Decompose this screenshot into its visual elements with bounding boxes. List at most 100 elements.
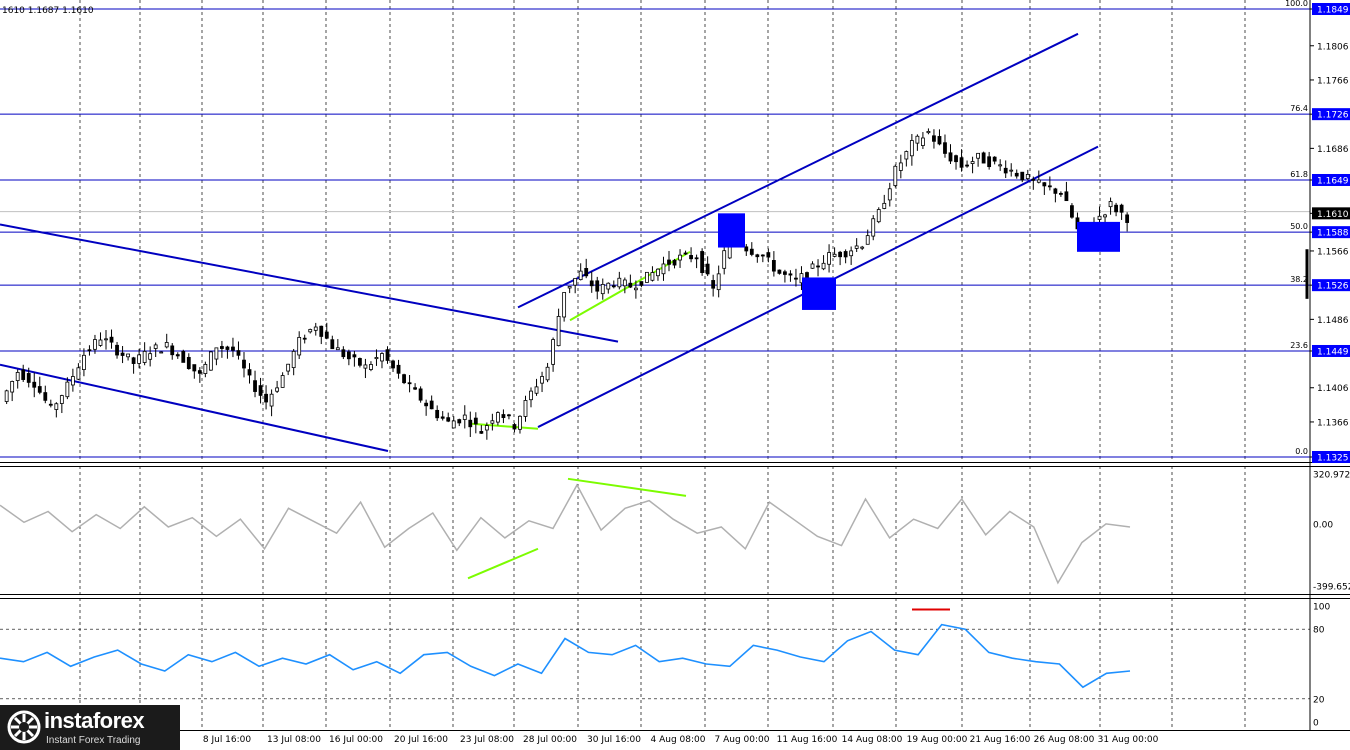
ohlc-readout: 1610 1.1687 1.1610	[2, 6, 94, 16]
time-axis: 8 Jul 16:00 13 Jul 08:00 16 Jul 00:00 20 Ju…	[203, 735, 1159, 745]
candle-body	[269, 393, 274, 407]
candle-body	[600, 283, 605, 295]
candle-body	[556, 316, 561, 347]
candle-body	[1053, 188, 1058, 194]
price-label: 1.1366	[1317, 418, 1349, 428]
cci-scale-label: 320.9724	[1313, 471, 1350, 481]
candle-body	[186, 357, 191, 370]
candle-body	[1014, 172, 1019, 177]
candle-body	[203, 363, 208, 374]
candle-body	[181, 351, 186, 363]
candle-body	[126, 353, 130, 358]
candle-body	[374, 357, 379, 360]
candle-body	[435, 409, 440, 419]
candle-body	[142, 350, 147, 363]
candle-body	[26, 373, 31, 383]
time-label: 4 Aug 08:00	[651, 735, 706, 745]
price-tag-label: 1.1649	[1317, 176, 1349, 186]
candle-body	[860, 246, 865, 249]
candle-body	[131, 357, 136, 364]
fib-level-label: 61.8	[1290, 170, 1308, 179]
candle-body	[264, 393, 268, 403]
fib-level-label: 23.6	[1290, 341, 1308, 350]
fib-level-label: 0.0	[1295, 447, 1308, 456]
stoch-scale-label: 100	[1313, 603, 1330, 613]
candle-body	[667, 259, 671, 265]
candle-body	[109, 336, 114, 343]
candle-body	[783, 271, 787, 275]
candle-body	[970, 161, 975, 164]
candle-body	[208, 351, 213, 371]
candle-body	[633, 287, 638, 291]
candle-body	[330, 339, 335, 350]
candle-body	[904, 151, 909, 160]
candle-body	[335, 347, 340, 351]
candle-body	[639, 281, 644, 286]
candle-body	[1058, 192, 1063, 195]
price-label: 1.1686	[1317, 145, 1349, 155]
candle-body	[402, 374, 406, 384]
candle-body	[595, 280, 600, 292]
candle-body	[457, 419, 462, 424]
candle-body	[104, 338, 108, 341]
candle-body	[302, 337, 307, 340]
candle-body	[523, 400, 528, 417]
time-label: 14 Aug 08:00	[842, 735, 903, 745]
candle-body	[164, 342, 169, 348]
stoch-scale-label: 80	[1313, 626, 1325, 636]
price-tag-label: 1.1726	[1317, 111, 1349, 121]
candle-body	[689, 255, 693, 260]
candle-body	[429, 400, 434, 410]
candle-body	[313, 326, 318, 331]
candle-body	[683, 252, 688, 255]
candle-body	[849, 250, 854, 257]
price-tag-label: 1.1526	[1317, 282, 1349, 292]
candle-body	[694, 257, 699, 260]
watermark-brand: instaforex	[44, 708, 145, 733]
candle-body	[1036, 179, 1041, 183]
price-tag-label: 1.1325	[1317, 454, 1349, 464]
candle-body	[48, 403, 53, 406]
candle-body	[838, 251, 843, 258]
candle-body	[479, 431, 484, 434]
candle-body	[418, 388, 423, 401]
candle-body	[937, 136, 942, 145]
candle-body	[987, 156, 992, 168]
candle-body	[490, 420, 495, 424]
candle-body	[501, 414, 506, 419]
time-label: 8 Jul 16:00	[203, 735, 252, 745]
candle-body	[589, 280, 594, 287]
fib-level-label: 50.0	[1290, 222, 1308, 231]
time-label: 30 Jul 16:00	[587, 735, 641, 745]
candle-body	[1009, 169, 1014, 172]
candle-body	[280, 375, 285, 388]
candle-body	[909, 140, 914, 157]
candle-body	[21, 369, 26, 380]
candle-body	[722, 250, 727, 269]
fib-level-label: 38.2	[1290, 275, 1308, 284]
candle-body	[407, 382, 412, 385]
candle-body	[1003, 167, 1008, 174]
time-label: 13 Jul 08:00	[267, 735, 321, 745]
price-label: 1.1806	[1317, 42, 1349, 52]
candle-body	[440, 416, 445, 419]
forex-chart: 100.0 76.4 61.8 50.0 38.2 23.6 0.0 1.1849 1.180…	[0, 0, 1350, 750]
time-label: 26 Aug 08:00	[1034, 735, 1095, 745]
watermark-tagline: Instant Forex Trading	[46, 735, 141, 746]
candle-body	[578, 270, 583, 281]
candle-body	[656, 268, 660, 277]
candle-body	[380, 353, 384, 362]
candle-body	[650, 272, 655, 281]
candle-body	[1103, 214, 1107, 218]
candle-body	[242, 359, 246, 369]
candle-body	[148, 353, 153, 360]
candle-body	[341, 349, 346, 358]
candle-body	[43, 392, 48, 401]
candle-body	[495, 412, 500, 423]
candle-body	[137, 354, 142, 364]
support-zone-box	[1077, 221, 1120, 252]
candle-body	[507, 414, 511, 417]
candle-body	[4, 390, 9, 402]
price-label: 1.1486	[1317, 316, 1349, 326]
time-label: 31 Aug 00:00	[1098, 735, 1159, 745]
